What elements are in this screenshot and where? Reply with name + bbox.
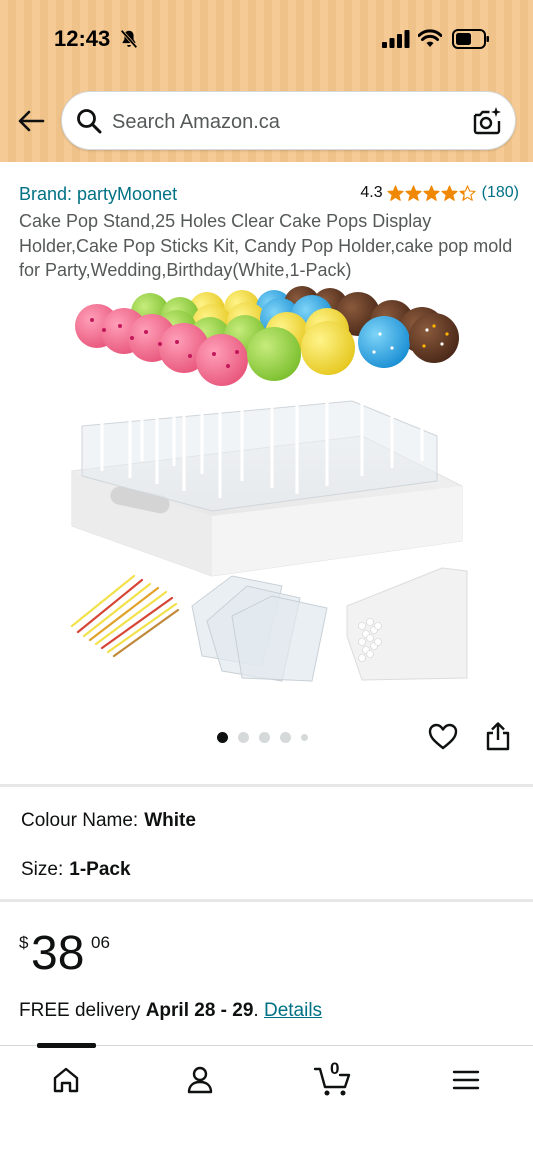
delivery-details-link[interactable]: Details	[264, 1000, 322, 1021]
active-tab-indicator	[37, 1043, 96, 1048]
camera-search-icon[interactable]	[471, 105, 503, 137]
product-image[interactable]	[62, 286, 472, 686]
brand-link[interactable]: Brand: partyMoonet	[19, 184, 177, 205]
signal-icon	[382, 30, 410, 48]
status-time: 12:43	[54, 26, 111, 51]
star-icon	[441, 184, 458, 201]
star-icon	[387, 184, 404, 201]
arrow-left-icon	[18, 110, 45, 132]
brand-rating-row: Brand: partyMoonet 4.3 (180)	[19, 184, 519, 206]
bell-muted-icon	[120, 29, 138, 49]
nav-account[interactable]	[180, 1060, 220, 1100]
section-divider	[0, 899, 533, 902]
person-icon	[187, 1066, 213, 1094]
colour-value: White	[144, 810, 196, 831]
delivery-dates: April 28 - 29	[145, 1000, 254, 1021]
rating-count[interactable]: (180)	[482, 184, 519, 202]
share-icon[interactable]	[485, 721, 511, 751]
star-rating	[387, 184, 476, 202]
carousel-dot[interactable]	[217, 731, 228, 743]
star-icon	[423, 184, 440, 201]
carousel-dot[interactable]	[259, 731, 270, 743]
carousel-dot[interactable]	[301, 733, 308, 741]
cart-count: 0	[330, 1059, 340, 1078]
colour-label: Colour Name:	[21, 810, 139, 831]
nav-cart[interactable]: 0	[310, 1059, 356, 1100]
star-icon	[405, 184, 422, 201]
search-input[interactable]	[112, 106, 452, 138]
price-fraction: 06	[91, 933, 110, 952]
bottom-navigation: 0	[0, 1043, 533, 1156]
rating-value: 4.3	[360, 184, 383, 201]
delivery-prefix: FREE delivery	[19, 1000, 141, 1021]
colour-variation[interactable]: Colour Name: White	[21, 810, 196, 832]
nav-home[interactable]	[46, 1060, 86, 1100]
nav-menu[interactable]	[446, 1060, 486, 1100]
size-label: Size:	[21, 859, 64, 880]
search-icon	[77, 109, 102, 134]
back-button[interactable]	[14, 104, 48, 138]
delivery-separator: .	[253, 1000, 259, 1021]
price-currency: $	[19, 933, 29, 952]
battery-icon	[452, 29, 489, 49]
delivery-info: FREE delivery April 28 - 29. Details	[19, 1000, 322, 1022]
search-bar[interactable]	[61, 91, 516, 150]
carousel-dot[interactable]	[238, 731, 249, 743]
carousel-dot[interactable]	[280, 731, 291, 743]
star-icon	[459, 184, 476, 201]
home-icon	[53, 1067, 79, 1093]
wifi-icon	[418, 29, 442, 47]
rating[interactable]: 4.3 (180)	[360, 184, 519, 202]
price-whole: 38	[31, 927, 85, 980]
section-divider	[0, 784, 533, 787]
header: 12:43	[0, 0, 533, 162]
image-carousel-dots[interactable]	[217, 731, 308, 743]
hamburger-menu-icon	[452, 1070, 480, 1090]
size-value: 1-Pack	[69, 859, 131, 880]
status-bar: 12:43	[0, 0, 533, 80]
size-variation[interactable]: Size: 1-Pack	[21, 859, 131, 881]
heart-icon[interactable]	[428, 722, 458, 752]
product-title: Cake Pop Stand,25 Holes Clear Cake Pops …	[19, 211, 513, 280]
